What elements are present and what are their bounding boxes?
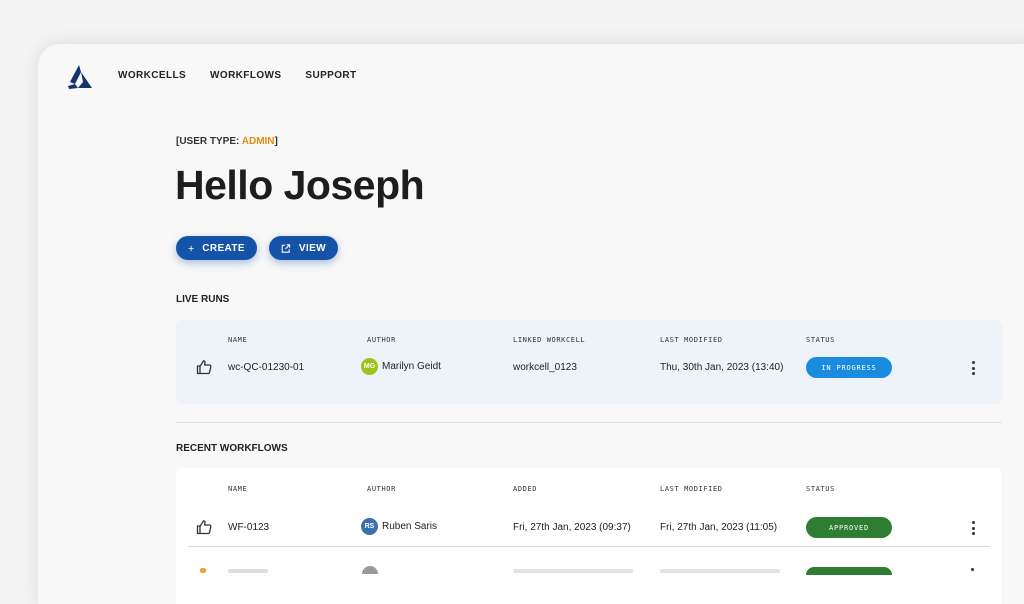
last-modified: Fri, 27th Jan, 2023 (11:05) [660, 522, 778, 533]
more-options-icon[interactable] [971, 521, 975, 535]
last-modified: Thu, 30th Jan, 2023 (13:40) [660, 362, 784, 373]
user-type-suffix: ] [274, 136, 278, 147]
col-last-modified: LAST MODIFIED [660, 485, 723, 493]
avatar-placeholder [362, 566, 378, 574]
section-divider [176, 422, 1002, 423]
workflow-name[interactable]: WF-0123 [228, 522, 269, 533]
table-row-partial [176, 566, 1002, 578]
nav-workflows[interactable]: WORKFLOWS [210, 70, 281, 81]
avatar: MG [361, 358, 378, 375]
status-badge: IN PROGRESS [806, 357, 892, 378]
user-role: ADMIN [241, 136, 275, 147]
run-name[interactable]: wc-QC-01230-01 [228, 362, 304, 373]
thumb-partial [200, 568, 206, 573]
create-button-label: CREATE [202, 242, 245, 254]
plus-icon [188, 245, 194, 251]
user-type-label: [USER TYPE: ADMIN] [176, 136, 278, 147]
thumbs-up-icon[interactable] [196, 519, 212, 535]
page-title: Hello Joseph [175, 162, 425, 208]
col-status: STATUS [806, 485, 835, 493]
recent-workflows-title: RECENT WORKFLOWS [176, 443, 288, 454]
added-date: Fri, 27th Jan, 2023 (09:37) [513, 522, 631, 533]
workflow-author: RS Ruben Saris [361, 518, 437, 535]
author-name: Marilyn Geidt [382, 361, 441, 372]
recent-workflows-table: NAME AUTHOR ADDED LAST MODIFIED STATUS W… [176, 468, 1002, 604]
linked-workcell[interactable]: workcell_0123 [513, 362, 577, 373]
col-name: NAME [228, 336, 248, 344]
more-options-icon[interactable] [971, 361, 975, 375]
app-window: WORKCELLS WORKFLOWS SUPPORT [USER TYPE: … [38, 44, 1024, 604]
col-last-modified: LAST MODIFIED [660, 336, 723, 344]
text-placeholder [660, 569, 780, 573]
text-placeholder [228, 569, 268, 573]
col-author: AUTHOR [367, 485, 396, 493]
top-nav: WORKCELLS WORKFLOWS SUPPORT [118, 70, 357, 81]
col-added: ADDED [513, 485, 538, 493]
row-divider [188, 546, 990, 547]
view-button[interactable]: VIEW [269, 236, 338, 260]
thumbs-up-icon[interactable] [196, 359, 212, 375]
avatar: RS [361, 518, 378, 535]
status-badge: APPROVED [806, 517, 892, 538]
user-type-prefix: [USER TYPE: [176, 136, 242, 147]
live-runs-title: LIVE RUNS [176, 294, 230, 305]
live-runs-table: NAME AUTHOR LINKED WORKCELL LAST MODIFIE… [176, 320, 1002, 404]
run-author: MG Marilyn Geidt [361, 358, 441, 375]
author-name: Ruben Saris [382, 521, 438, 532]
view-button-label: VIEW [298, 242, 326, 254]
open-external-icon [281, 243, 291, 253]
col-author: AUTHOR [367, 336, 396, 344]
col-status: STATUS [806, 336, 835, 344]
create-button[interactable]: CREATE [176, 236, 257, 260]
nav-support[interactable]: SUPPORT [305, 70, 356, 81]
text-placeholder [513, 569, 633, 573]
kebab-partial [971, 568, 974, 571]
status-badge-partial [806, 567, 892, 575]
logo-icon[interactable] [66, 64, 94, 90]
nav-workcells[interactable]: WORKCELLS [118, 70, 186, 81]
col-linked-workcell: LINKED WORKCELL [513, 336, 586, 344]
col-name: NAME [228, 485, 248, 493]
